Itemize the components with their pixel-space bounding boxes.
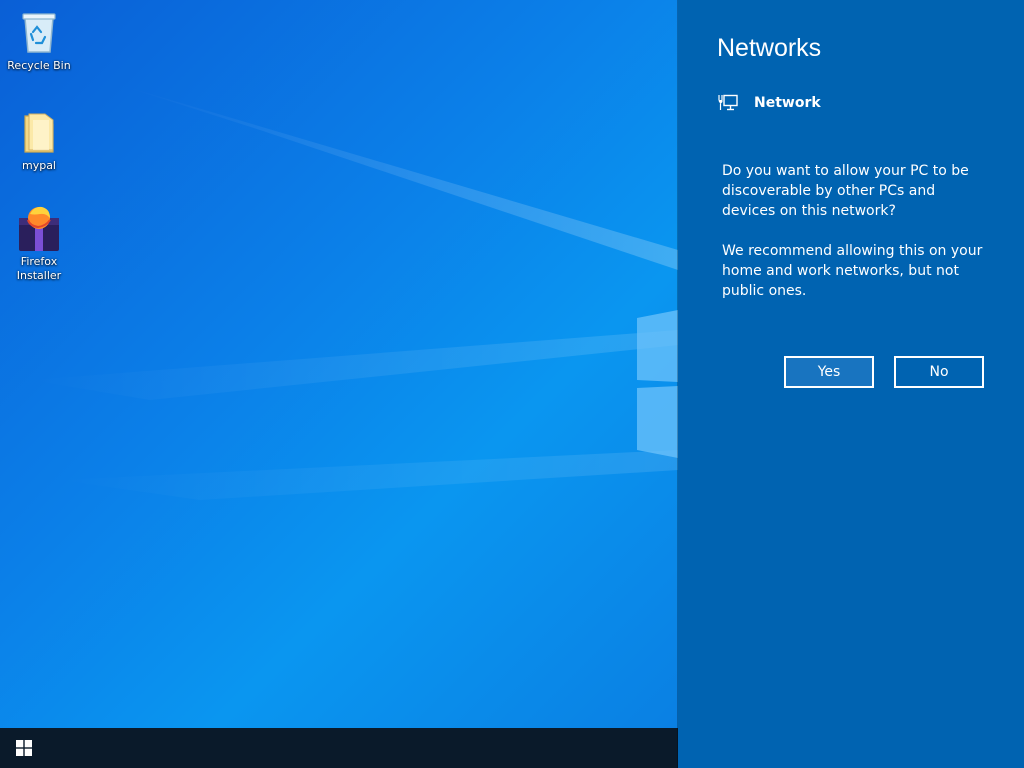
network-entry: Network bbox=[718, 94, 821, 112]
desktop-icon-label: Recycle Bin bbox=[7, 59, 71, 72]
panel-title: Networks bbox=[717, 34, 822, 62]
screen: Recycle Bin mypal Firefox Installer Netw… bbox=[0, 0, 1024, 768]
networks-panel: Networks Network Do you want to allow yo… bbox=[678, 0, 1024, 768]
taskbar[interactable] bbox=[0, 728, 678, 768]
network-name: Network bbox=[754, 95, 821, 111]
desktop-icon-label: mypal bbox=[21, 159, 56, 172]
desktop-icon-label: Firefox Installer bbox=[16, 255, 62, 282]
recycle-bin-icon bbox=[15, 8, 63, 56]
wired-network-icon bbox=[718, 94, 738, 111]
desktop[interactable]: Recycle Bin mypal Firefox Installer bbox=[0, 0, 678, 768]
windows-logo-icon bbox=[16, 740, 32, 756]
no-button[interactable]: No bbox=[894, 356, 984, 388]
discovery-question: Do you want to allow your PC to be disco… bbox=[722, 163, 969, 219]
desktop-icon-firefox-installer[interactable]: Firefox Installer bbox=[4, 204, 74, 283]
desktop-wallpaper-light bbox=[30, 85, 678, 500]
start-button[interactable] bbox=[0, 728, 48, 768]
yes-button[interactable]: Yes bbox=[784, 356, 874, 388]
desktop-icon-recycle-bin[interactable]: Recycle Bin bbox=[4, 8, 74, 73]
folder-icon bbox=[15, 108, 63, 156]
firefox-installer-icon bbox=[15, 204, 63, 252]
discovery-recommendation: We recommend allowing this on your home … bbox=[722, 243, 983, 299]
desktop-icon-mypal[interactable]: mypal bbox=[4, 108, 74, 173]
